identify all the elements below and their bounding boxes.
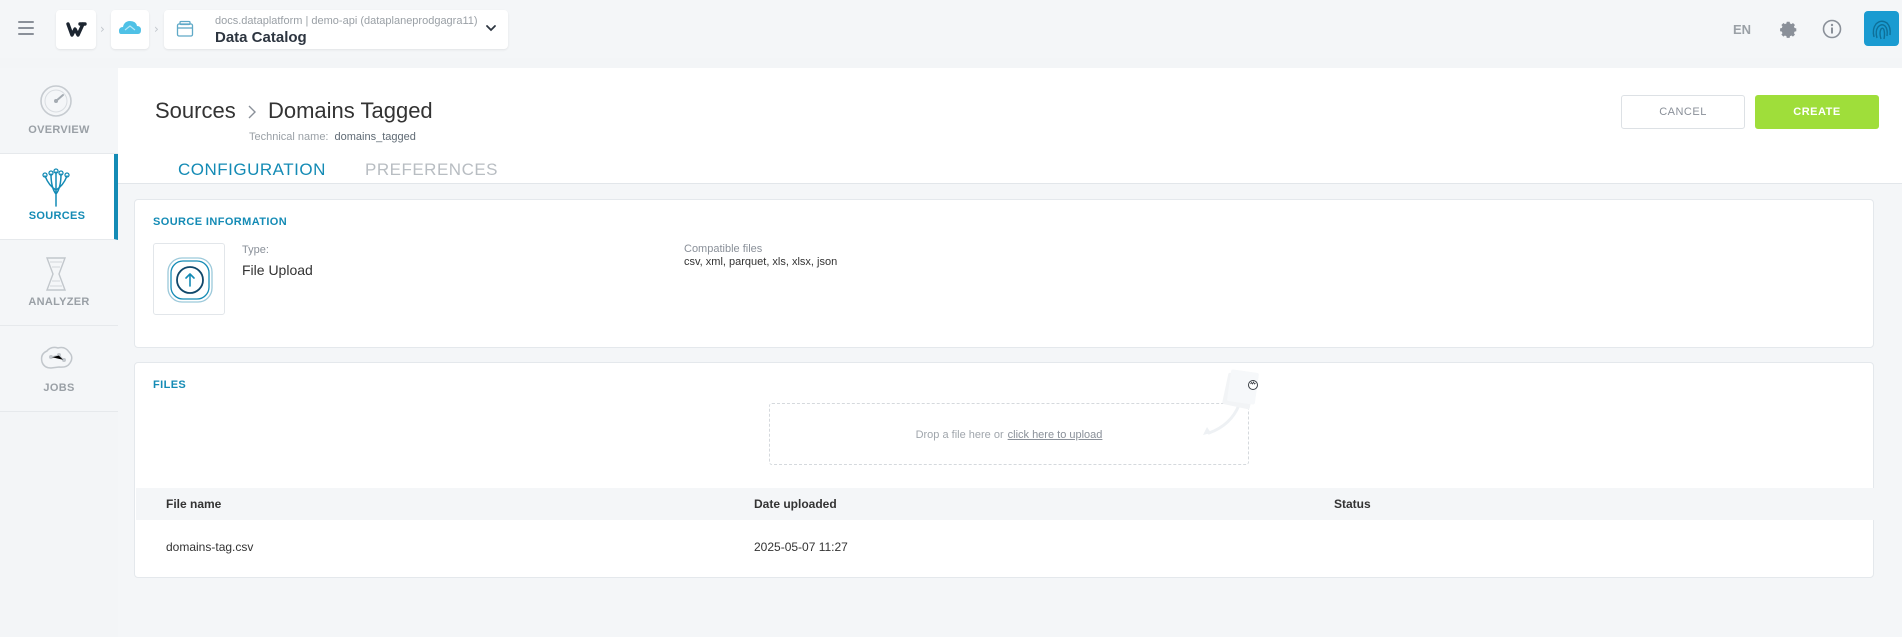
file-upload-icon (167, 257, 213, 303)
technical-name-value: domains_tagged (334, 131, 416, 143)
source-information-heading: SOURCE INFORMATION (153, 216, 288, 228)
column-header-status[interactable]: Status (1334, 497, 1371, 511)
sidebar-item-sources[interactable]: SOURCES (0, 154, 118, 240)
main-panel: Sources Domains Tagged Technical name: do… (118, 68, 1902, 637)
cloud-icon (119, 21, 141, 34)
compatible-files-label: Compatible files (684, 243, 763, 255)
files-table-header: File name Date uploaded Status (136, 488, 1874, 520)
tab-configuration[interactable]: CONFIGURATION (178, 160, 326, 185)
cloud-button[interactable] (111, 10, 149, 49)
source-title: Domains Tagged (267, 98, 433, 123)
source-information-card: SOURCE INFORMATION Type: File Upload Com… (134, 199, 1874, 348)
gauge-icon (40, 85, 72, 117)
drag-file-illustration-icon (1203, 369, 1259, 435)
column-header-file-name[interactable]: File name (166, 497, 221, 511)
create-button[interactable]: CREATE (1755, 95, 1879, 129)
language-selector[interactable]: EN (1733, 22, 1751, 37)
files-heading: FILES (153, 379, 187, 391)
type-label: Type: (242, 244, 269, 256)
source-type-box (153, 243, 225, 315)
sidebar-item-analyzer[interactable]: ANALYZER (0, 240, 118, 326)
upload-link[interactable]: click here to upload (1008, 429, 1103, 441)
app-switcher[interactable]: docs.dataplatform | demo-api (dataplanep… (164, 10, 508, 49)
analyzer-funnel-icon (45, 257, 67, 291)
workspace-path: docs.dataplatform | demo-api (dataplanep… (215, 15, 478, 27)
info-icon[interactable] (1822, 19, 1842, 39)
chevron-down-icon[interactable] (484, 21, 498, 35)
gear-icon[interactable] (1778, 19, 1799, 40)
fingerprint-icon (1872, 20, 1891, 40)
cancel-button[interactable]: CANCEL (1621, 95, 1745, 129)
files-card: FILES Drop a file here or click here to u… (134, 362, 1874, 578)
sidebar-nav: OVERVIEW SOURCES ANALYZER JOBS (0, 68, 118, 412)
type-value: File Upload (242, 262, 313, 278)
breadcrumb-separator: › (154, 22, 159, 36)
chevron-right-icon (248, 105, 256, 119)
top-bar: › › docs.dataplatform | demo-api (datapl… (0, 0, 1902, 58)
logo-icon (66, 22, 87, 37)
sidebar-item-label: OVERVIEW (28, 124, 90, 136)
compatible-files-value: csv, xml, parquet, xls, xlsx, json (684, 256, 838, 268)
jobs-brain-icon (40, 346, 73, 369)
column-header-date-uploaded[interactable]: Date uploaded (754, 497, 837, 511)
sources-tree-icon (42, 168, 70, 207)
menu-icon[interactable] (18, 21, 34, 35)
avatar[interactable] (1864, 11, 1899, 46)
app-title: Data Catalog (215, 29, 307, 46)
table-row-file-name[interactable]: domains-tag.csv (166, 540, 253, 554)
tab-preferences[interactable]: PREFERENCES (365, 160, 498, 183)
technical-name: Technical name: domains_tagged (249, 131, 416, 143)
sidebar-item-label: ANALYZER (28, 296, 90, 308)
sidebar-item-jobs[interactable]: JOBS (0, 326, 118, 412)
sidebar-item-label: SOURCES (28, 210, 86, 222)
page-title: Sources Domains Tagged (155, 98, 433, 124)
drop-file-text: Drop a file here or (915, 429, 1004, 441)
table-row-date-uploaded: 2025-05-07 11:27 (754, 540, 848, 554)
technical-name-label: Technical name: (249, 131, 329, 143)
breadcrumb-separator: › (100, 22, 105, 36)
home-logo-button[interactable] (56, 10, 96, 49)
catalog-icon (176, 20, 194, 37)
sidebar-item-label: JOBS (43, 382, 75, 394)
sidebar-item-overview[interactable]: OVERVIEW (0, 68, 118, 154)
breadcrumb-parent[interactable]: Sources (155, 98, 236, 123)
